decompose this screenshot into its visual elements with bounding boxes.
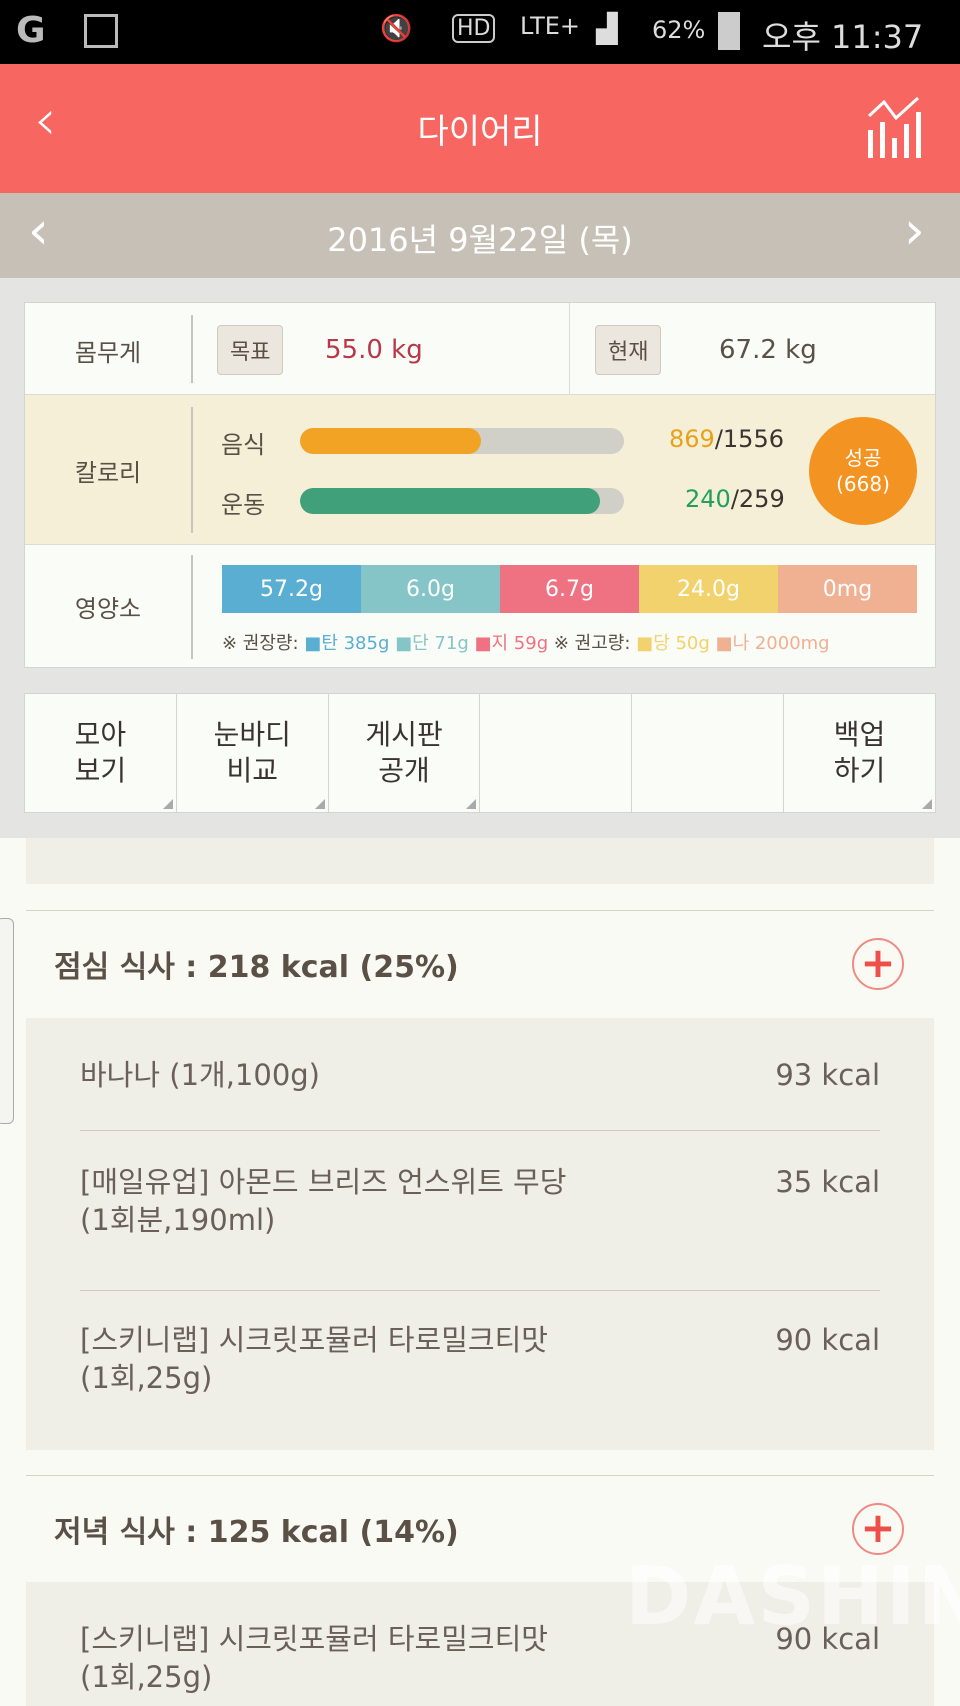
backup-button[interactable]: 백업 하기 — [784, 694, 935, 812]
clock: 오후 11:37 — [762, 18, 924, 56]
collect-view-button[interactable]: 모아 보기 — [25, 694, 177, 812]
lunch-title: 점심 식사 : 218 kcal (25%) — [54, 950, 459, 985]
signal-icon: ▟ — [596, 12, 618, 45]
exercise-target: /259 — [730, 485, 785, 513]
food-progress-bar — [300, 428, 624, 454]
carb-rec: 탄 385g — [321, 633, 390, 654]
summary-card: 몸무게 목표 55.0 kg 현재 67.2 kg 칼로리 음식 869/155… — [24, 302, 936, 668]
dinner-title: 저녁 식사 : 125 kcal (14%) — [54, 1515, 459, 1550]
nutrient-segment: 24.0g — [639, 565, 778, 613]
nutrient-segment: 6.0g — [361, 565, 500, 613]
nutrient-row: 영양소 57.2g 6.0g 6.7g 24.0g 0mg ※ 권장량: ■탄 385g… — [25, 545, 935, 669]
nutrient-segment: 0mg — [778, 565, 917, 613]
app-notification-icon: G — [16, 10, 46, 51]
page-title: 다이어리 — [417, 112, 543, 152]
exercise-label: 운동 — [221, 491, 266, 519]
add-lunch-button[interactable]: + — [852, 938, 904, 990]
status-bar: G 🔇 HD LTE+ ▟ 62% 오후 11:37 — [0, 0, 960, 64]
app-header: ‹ 다이어리 — [0, 64, 960, 193]
chart-icon[interactable] — [866, 94, 924, 160]
food-target: /1556 — [714, 425, 784, 453]
battery-icon — [718, 12, 740, 50]
sugar-limit: 당 50g — [653, 633, 710, 654]
food-item[interactable]: 바나나 (1개,100g) 93 kcal — [80, 1018, 880, 1131]
lunch-items: 바나나 (1개,100g) 93 kcal [매일유업] 아몬드 브리즈 언스위트… — [26, 1018, 934, 1450]
calorie-row: 칼로리 음식 869/1556 운동 240/259 성공 (668) — [25, 395, 935, 545]
hd-icon: HD — [452, 14, 496, 43]
nutrient-legend: ※ 권장량: ■탄 385g ■단 71g ■지 59g ※ 권고량: ■당 5… — [222, 633, 830, 654]
nutrient-label: 영양소 — [74, 595, 142, 623]
body-compare-button[interactable]: 눈바디 비교 — [177, 694, 329, 812]
food-item[interactable]: [매일유업] 아몬드 브리즈 언스위트 무당 (1회분,190ml) 35 kcal — [80, 1131, 880, 1291]
side-drawer-handle[interactable] — [0, 918, 14, 1124]
empty-button-slot — [480, 694, 633, 812]
current-date: 2016년 9월22일 (목) — [327, 221, 633, 259]
protein-rec: 단 71g — [412, 633, 469, 654]
weight-row: 몸무게 목표 55.0 kg 현재 67.2 kg — [25, 303, 935, 395]
limit-label: ※ 권고량: — [553, 633, 631, 654]
current-tag: 현재 — [595, 325, 662, 375]
action-buttons: 모아 보기 눈바디 비교 게시판 공개 백업 하기 — [24, 693, 936, 813]
current-weight: 67.2 kg — [719, 335, 817, 365]
food-kcal: 869 — [669, 425, 715, 453]
summary-panel: 몸무게 목표 55.0 kg 현재 67.2 kg 칼로리 음식 869/155… — [0, 278, 960, 838]
recommended-label: ※ 권장량: — [222, 633, 299, 654]
exercise-kcal: 240 — [685, 485, 731, 513]
exercise-progress-bar — [300, 488, 624, 514]
image-notification-icon — [84, 14, 118, 48]
nutrient-segment: 6.7g — [500, 565, 639, 613]
mute-icon: 🔇 — [380, 14, 413, 44]
sodium-limit: 나 2000mg — [732, 633, 830, 654]
battery-percent: 62% — [652, 16, 706, 44]
network-icon: LTE+ — [520, 12, 580, 40]
nutrient-bar: 57.2g 6.0g 6.7g 24.0g 0mg — [222, 565, 917, 613]
success-badge: 성공 (668) — [809, 417, 917, 525]
nutrient-segment: 57.2g — [222, 565, 361, 613]
previous-meal-items — [26, 838, 934, 884]
food-label: 음식 — [221, 431, 266, 459]
goal-tag: 목표 — [217, 325, 284, 375]
next-date-button[interactable]: › — [904, 201, 925, 261]
watermark-logo: DASHIN — [625, 1550, 960, 1643]
goal-weight: 55.0 kg — [325, 335, 423, 365]
add-dinner-button[interactable]: + — [852, 1503, 904, 1555]
fat-rec: 지 59g — [491, 633, 549, 654]
food-item[interactable]: [스키니랩] 시크릿포뮬러 타로밀크티맛 (1회,25g) 90 kcal — [80, 1291, 880, 1450]
calorie-label: 칼로리 — [74, 459, 142, 487]
badge-status: 성공 — [844, 446, 882, 470]
date-navigator: ‹ 2016년 9월22일 (목) › — [0, 193, 960, 278]
lunch-header: 점심 식사 : 218 kcal (25%) + — [26, 910, 934, 1018]
weight-label: 몸무게 — [74, 339, 142, 367]
badge-value: (668) — [836, 472, 890, 496]
empty-button-slot — [632, 694, 785, 812]
board-publish-button[interactable]: 게시판 공개 — [329, 694, 481, 812]
